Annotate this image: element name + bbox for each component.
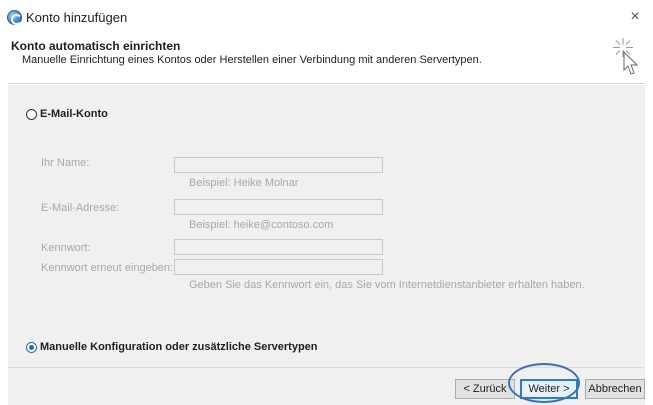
header-subtitle: Manuelle Einrichtung eines Kontos oder H… bbox=[22, 54, 482, 66]
password-confirm-label: Kennwort erneut eingeben: bbox=[41, 262, 174, 274]
name-hint: Beispiel: Heike Molnar bbox=[189, 177, 299, 189]
outlook-icon bbox=[7, 10, 22, 25]
cursor-sparkle-icon bbox=[613, 38, 639, 75]
email-input bbox=[174, 199, 383, 215]
header-title: Konto automatisch einrichten bbox=[11, 39, 181, 53]
manual-config-label: Manuelle Konfiguration oder zusätzliche … bbox=[40, 341, 318, 353]
email-hint: Beispiel: heike@contoso.com bbox=[189, 219, 334, 231]
email-account-option[interactable]: E-Mail-Konto bbox=[26, 108, 108, 120]
password-confirm-input bbox=[174, 259, 383, 275]
manual-config-option[interactable]: Manuelle Konfiguration oder zusätzliche … bbox=[26, 341, 318, 353]
name-input bbox=[174, 157, 383, 173]
back-button[interactable]: < Zurück bbox=[455, 379, 515, 399]
close-button[interactable]: × bbox=[617, 0, 653, 34]
name-label: Ihr Name: bbox=[41, 157, 90, 169]
password-input bbox=[174, 239, 383, 255]
wizard-header: Konto automatisch einrichten Manuelle Ei… bbox=[8, 34, 645, 84]
manual-config-radio[interactable] bbox=[26, 341, 37, 353]
password-label: Kennwort: bbox=[41, 242, 91, 254]
button-bar: < Zurück Weiter > Abbrechen bbox=[8, 367, 645, 405]
title-bar: Konto hinzufügen × bbox=[0, 0, 653, 34]
next-button[interactable]: Weiter > bbox=[520, 379, 578, 399]
window-title: Konto hinzufügen bbox=[26, 10, 128, 25]
email-label: E-Mail-Adresse: bbox=[41, 202, 120, 214]
password-hint: Geben Sie das Kennwort ein, das Sie vom … bbox=[189, 279, 585, 291]
cancel-button[interactable]: Abbrechen bbox=[585, 379, 645, 399]
email-account-label: E-Mail-Konto bbox=[40, 108, 108, 120]
add-account-dialog: Konto hinzufügen × Konto automatisch ein… bbox=[0, 0, 653, 405]
email-account-radio[interactable] bbox=[26, 108, 37, 120]
wizard-content: E-Mail-Konto Ihr Name: Beispiel: Heike M… bbox=[8, 85, 645, 367]
